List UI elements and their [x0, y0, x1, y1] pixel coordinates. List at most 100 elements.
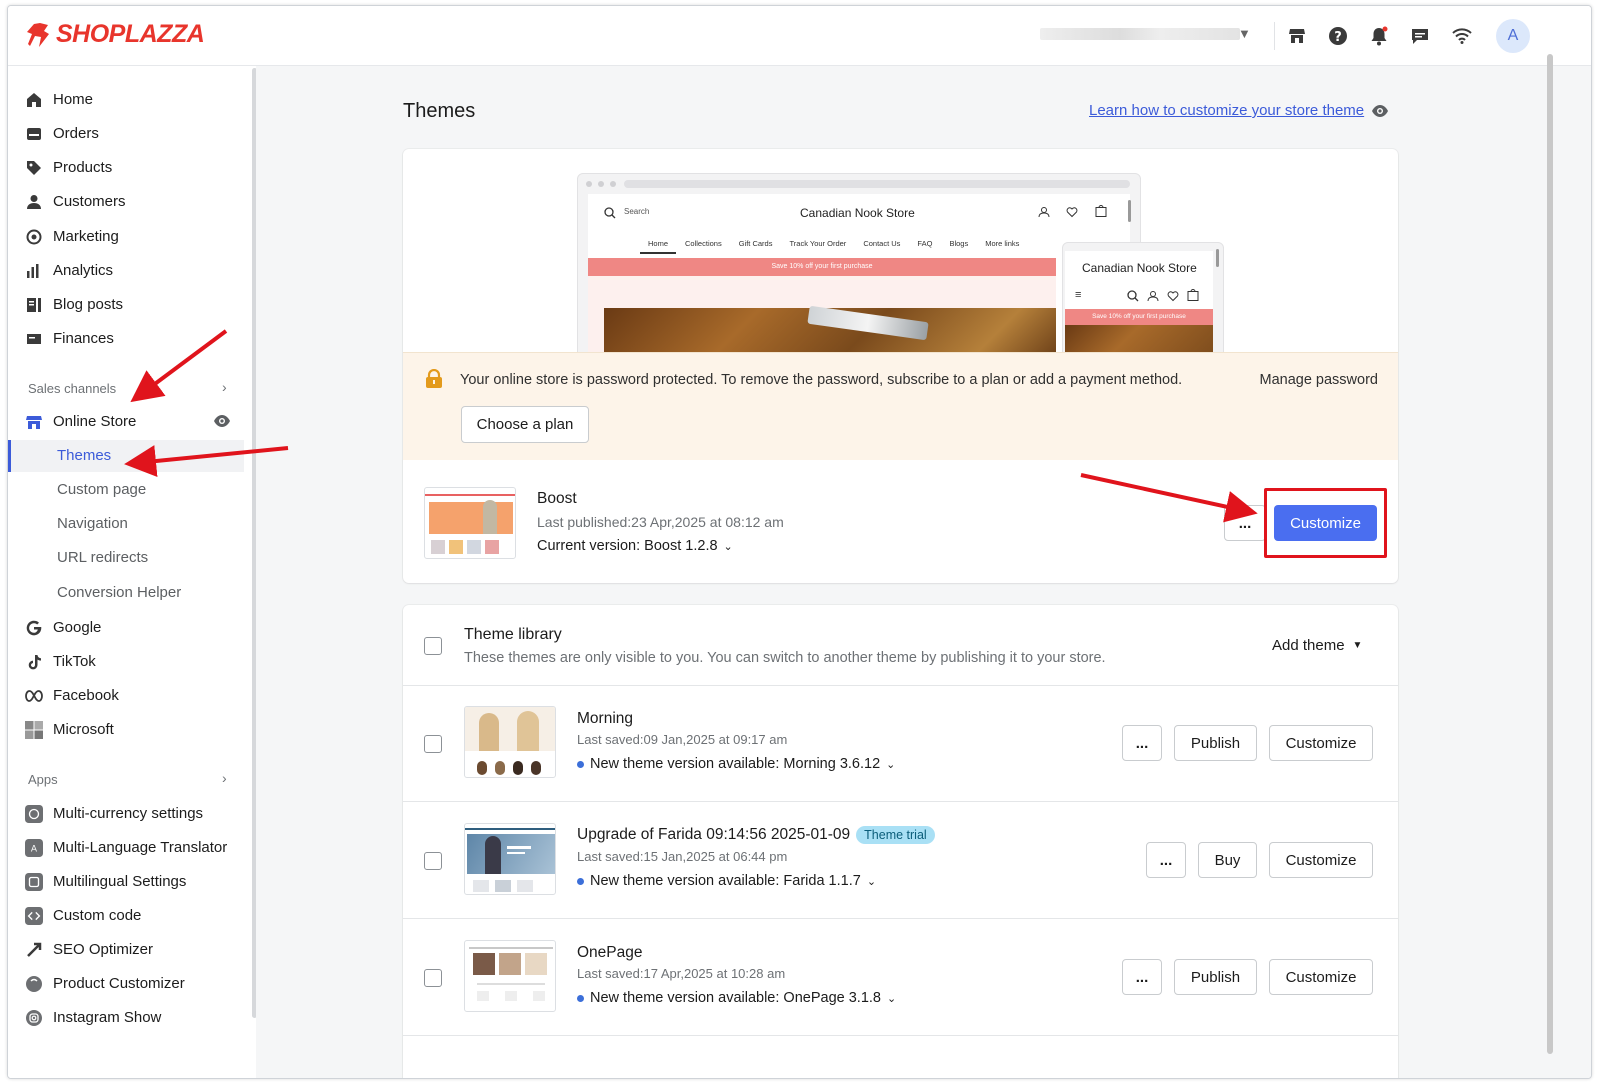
- sidebar-item-google[interactable]: Google: [8, 612, 244, 642]
- onepage-theme-thumbnail: [464, 940, 556, 1012]
- add-theme-button[interactable]: Add theme ▼: [1272, 637, 1362, 654]
- help-icon[interactable]: ?: [1326, 24, 1350, 48]
- bell-icon[interactable]: [1367, 24, 1391, 48]
- svg-text:?: ?: [1334, 30, 1342, 45]
- user-icon: [1147, 289, 1159, 307]
- chevron-right-icon[interactable]: ›: [222, 379, 227, 395]
- chevron-right-icon[interactable]: ›: [222, 770, 227, 786]
- row-divider: [403, 801, 1398, 802]
- current-theme-version[interactable]: Current version: Boost 1.2.8 ⌄: [537, 538, 733, 554]
- row-divider: [403, 685, 1398, 686]
- sidebar: Home Orders Products Customers Marketing…: [8, 66, 256, 1078]
- sidebar-item-multi-currency[interactable]: Multi-currency settings: [8, 798, 244, 828]
- menu-icon: ≡: [1075, 289, 1082, 301]
- select-all-checkbox[interactable]: [424, 637, 442, 655]
- customize-button[interactable]: Customize: [1269, 725, 1373, 761]
- choose-plan-button[interactable]: Choose a plan: [461, 406, 589, 443]
- sidebar-item-tiktok[interactable]: TikTok: [8, 646, 244, 676]
- learn-customize-link[interactable]: Learn how to customize your store theme: [1089, 102, 1364, 119]
- sidebar-item-analytics[interactable]: Analytics: [8, 255, 244, 285]
- morning-theme-thumbnail: [464, 706, 556, 778]
- preview-search-text: Search: [624, 207, 650, 216]
- theme-checkbox[interactable]: [424, 735, 442, 753]
- current-theme-name: Boost: [537, 490, 577, 507]
- customize-button[interactable]: Customize: [1269, 842, 1373, 878]
- seo-app-icon: [25, 941, 43, 959]
- preview-hero-image: [1065, 325, 1213, 352]
- finance-icon: [25, 330, 43, 348]
- avatar[interactable]: A: [1496, 19, 1530, 53]
- sidebar-item-multilingual-settings[interactable]: Multilingual Settings: [8, 866, 244, 896]
- eye-icon[interactable]: [213, 413, 231, 433]
- caret-down-icon: ▼: [1352, 640, 1363, 651]
- currency-app-icon: [25, 805, 43, 823]
- tag-icon: [25, 159, 43, 177]
- sidebar-item-seo-optimizer[interactable]: SEO Optimizer: [8, 934, 244, 964]
- theme-new-version[interactable]: New theme version available: Farida 1.1.…: [577, 873, 876, 889]
- main-content: Themes Learn how to customize your store…: [256, 66, 1591, 1078]
- sidebar-item-blog-posts[interactable]: Blog posts: [8, 289, 244, 319]
- sidebar-item-facebook[interactable]: Facebook: [8, 680, 244, 710]
- sidebar-item-custom-page[interactable]: Custom page: [8, 474, 244, 506]
- sidebar-item-navigation[interactable]: Navigation: [8, 508, 244, 540]
- theme-more-button[interactable]: ...: [1122, 725, 1162, 761]
- apps-label: Apps: [28, 772, 58, 787]
- sidebar-item-products[interactable]: Products: [8, 152, 244, 182]
- theme-name: OnePage: [577, 944, 643, 961]
- topbar-divider: [1274, 22, 1275, 50]
- theme-last-saved: Last saved:17 Apr,2025 at 10:28 am: [577, 966, 786, 981]
- marketing-icon: [25, 228, 43, 246]
- sidebar-item-url-redirects[interactable]: URL redirects: [8, 542, 244, 574]
- sidebar-item-finances[interactable]: Finances: [8, 323, 244, 353]
- store-selector[interactable]: [1040, 28, 1240, 40]
- chat-icon[interactable]: [1408, 24, 1432, 48]
- sidebar-item-marketing[interactable]: Marketing: [8, 221, 244, 251]
- theme-library-subtitle: These themes are only visible to you. Yo…: [464, 650, 1106, 666]
- theme-more-button[interactable]: ...: [1122, 959, 1162, 995]
- page-title: Themes: [403, 100, 476, 122]
- boost-theme-thumbnail: [424, 487, 516, 559]
- sidebar-item-themes[interactable]: Themes: [8, 440, 244, 472]
- chevron-down-icon[interactable]: ▼: [1238, 26, 1251, 41]
- sidebar-item-conversion-helper[interactable]: Conversion Helper: [8, 577, 244, 609]
- multilingual-app-icon: [25, 873, 43, 891]
- theme-checkbox[interactable]: [424, 852, 442, 870]
- wifi-icon[interactable]: [1450, 24, 1474, 48]
- desktop-preview: Search Canadian Nook Store Home Collectio…: [577, 173, 1141, 352]
- theme-new-version[interactable]: New theme version available: Morning 3.6…: [577, 756, 895, 772]
- sidebar-item-microsoft[interactable]: Microsoft: [8, 714, 244, 744]
- theme-more-button[interactable]: ...: [1146, 842, 1186, 878]
- password-banner-text: Your online store is password protected.…: [460, 372, 1183, 388]
- sidebar-item-multi-language-translator[interactable]: A Multi-Language Translator: [8, 832, 244, 862]
- theme-new-version[interactable]: New theme version available: OnePage 3.1…: [577, 990, 896, 1006]
- brand-logo[interactable]: SHOPLAZZA: [26, 20, 205, 49]
- bag-icon: [1187, 288, 1199, 306]
- sidebar-item-online-store[interactable]: Online Store: [8, 406, 244, 436]
- manage-password-link[interactable]: Manage password: [1260, 372, 1379, 388]
- sidebar-item-custom-code[interactable]: Custom code: [8, 900, 244, 930]
- customize-button[interactable]: Customize: [1269, 959, 1373, 995]
- highlight-box: [1264, 488, 1387, 558]
- sales-channels-label: Sales channels: [28, 381, 117, 396]
- sidebar-item-customers[interactable]: Customers: [8, 186, 244, 216]
- main-scrollbar[interactable]: [1547, 54, 1553, 1054]
- mobile-preview: Canadian Nook Store ≡ Save 10% off your …: [1062, 242, 1224, 352]
- chevron-down-icon: ⌄: [866, 875, 877, 888]
- publish-button[interactable]: Publish: [1174, 725, 1257, 761]
- farida-theme-thumbnail: [464, 823, 556, 895]
- theme-checkbox[interactable]: [424, 969, 442, 987]
- microsoft-icon: [25, 721, 43, 739]
- buy-button[interactable]: Buy: [1198, 842, 1257, 878]
- app-window: SHOPLAZZA ▼ ? A Home Orders Products Cus…: [7, 5, 1592, 1079]
- current-theme-more-button[interactable]: ...: [1224, 505, 1266, 541]
- sidebar-item-orders[interactable]: Orders: [8, 118, 244, 148]
- sidebar-item-instagram-show[interactable]: Instagram Show: [8, 1002, 244, 1032]
- eye-icon[interactable]: [1371, 104, 1389, 123]
- tiktok-icon: [25, 653, 43, 671]
- theme-last-saved: Last saved:15 Jan,2025 at 06:44 pm: [577, 849, 788, 864]
- publish-button[interactable]: Publish: [1174, 959, 1257, 995]
- theme-library-card: Theme library These themes are only visi…: [403, 605, 1398, 1078]
- sidebar-item-product-customizer[interactable]: Product Customizer: [8, 968, 244, 998]
- sidebar-item-home[interactable]: Home: [8, 84, 244, 114]
- store-icon[interactable]: [1285, 24, 1309, 48]
